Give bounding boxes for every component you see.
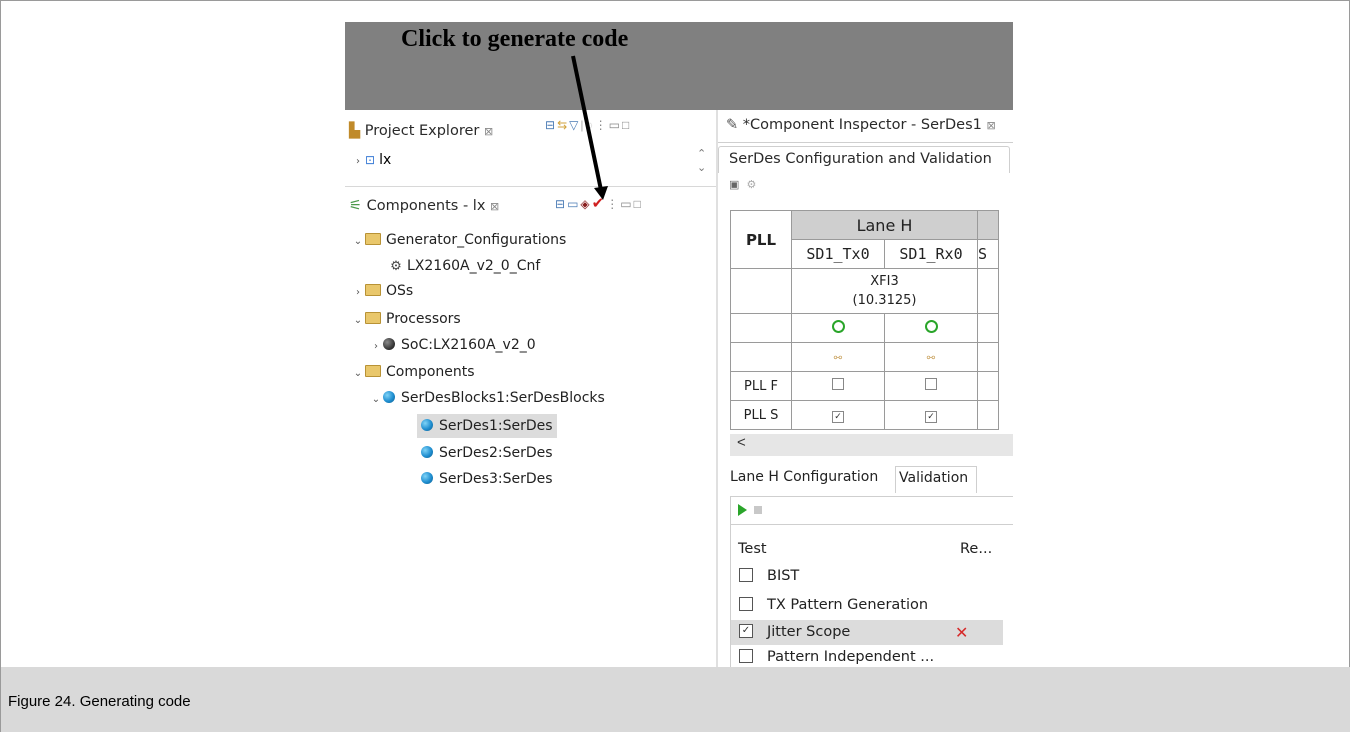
folder-icon xyxy=(365,365,381,377)
checkbox-icon xyxy=(925,378,937,390)
serdes-lane-table: PLL Lane H SD1_Tx0 SD1_Rx0 S XFI3 (10.31… xyxy=(730,210,999,430)
tree-item-soc[interactable]: › SoC:LX2160A_v2_0 xyxy=(369,333,536,357)
tree-item-components[interactable]: ⌄ Components xyxy=(351,360,475,384)
inspector-toolbar: ▣ ⚙ xyxy=(729,178,758,191)
column-header: S xyxy=(977,239,999,269)
tab-label: SerDes Configuration and Validation xyxy=(729,151,992,167)
link-icon: ⚯ xyxy=(926,352,936,364)
column-header: SD1_Tx0 xyxy=(791,239,885,269)
pll-header: PLL xyxy=(730,210,792,269)
checkbox-checked-icon[interactable]: ✓ xyxy=(739,624,753,638)
chevron-down-icon[interactable]: ⌄ xyxy=(351,362,365,386)
component-icon xyxy=(383,391,395,403)
tab-validation[interactable]: Validation xyxy=(895,466,977,493)
tree-item-serdes1[interactable]: SerDes1:SerDes xyxy=(417,414,557,438)
annotation-arrow xyxy=(571,55,608,200)
component-inspector-tab[interactable]: ✎ *Component Inspector - SerDes1 ⊠ xyxy=(718,114,1013,143)
lane-link-cell[interactable]: ⚯ xyxy=(884,342,978,372)
checkbox-icon[interactable] xyxy=(739,649,753,663)
settings-icon[interactable]: ⚙ xyxy=(746,179,758,191)
validation-test-row[interactable]: ✓ Jitter Scope ✕ xyxy=(731,620,1003,645)
figure-caption: Figure 24. Generating code xyxy=(8,693,191,710)
scroll-left-icon[interactable]: < xyxy=(737,434,746,451)
validation-toolbar xyxy=(730,498,1013,525)
run-icon[interactable] xyxy=(738,504,747,516)
lane-power-cell[interactable] xyxy=(884,313,978,343)
column-header: SD1_Rx0 xyxy=(884,239,978,269)
pll-f-tx-checkbox[interactable] xyxy=(791,371,885,401)
fail-icon: ✕ xyxy=(955,623,969,642)
chevron-down-icon[interactable]: ⌄ xyxy=(369,388,383,412)
horizontal-scrollbar[interactable] xyxy=(730,434,1013,456)
checkbox-icon[interactable] xyxy=(739,597,753,611)
pll-s-tx-checkbox[interactable]: ✓ xyxy=(791,400,885,430)
lane-header: Lane H xyxy=(791,210,978,240)
tree-item-serdes2[interactable]: SerDes2:SerDes xyxy=(417,441,553,465)
tree-item-lx2160a-cnf[interactable]: ⚙ LX2160A_v2_0_Cnf xyxy=(389,254,540,278)
pll-row-label: PLL F xyxy=(730,371,792,401)
validation-test-row[interactable]: Pattern Independent ... xyxy=(731,645,1013,667)
pane-splitter[interactable] xyxy=(716,110,718,667)
lane-header-next xyxy=(977,210,999,240)
inspector-icon: ✎ xyxy=(726,117,739,133)
stop-icon[interactable] xyxy=(754,506,762,514)
power-icon xyxy=(831,319,845,333)
component-icon xyxy=(421,419,433,431)
chevron-right-icon[interactable]: › xyxy=(369,335,383,359)
tree-item-serdes3[interactable]: SerDes3:SerDes xyxy=(417,467,553,491)
column-header-result: Re... xyxy=(960,541,993,557)
pll-f-rx-checkbox[interactable] xyxy=(884,371,978,401)
protocol-cell[interactable]: XFI3 (10.3125) xyxy=(791,268,978,314)
gear-icon: ⚙ xyxy=(390,259,402,274)
tree-item-processors[interactable]: ⌄ Processors xyxy=(351,307,461,331)
validation-test-row[interactable]: TX Pattern Generation xyxy=(731,593,1013,618)
lane-power-cell[interactable] xyxy=(791,313,885,343)
pll-row-label: PLL S xyxy=(730,400,792,430)
tree-item-serdesblocks1[interactable]: ⌄ SerDesBlocks1:SerDesBlocks xyxy=(369,386,605,410)
close-icon[interactable]: ⊠ xyxy=(986,119,995,132)
tree-item-oss[interactable]: › OSs xyxy=(351,279,413,303)
validation-header-row: Test Re... xyxy=(731,537,1013,562)
tab-lane-h-configuration[interactable]: Lane H Configuration xyxy=(730,469,878,485)
chevron-down-icon[interactable]: ⌄ xyxy=(351,309,365,333)
figure-caption-bar xyxy=(1,667,1350,732)
lane-link-cell[interactable]: ⚯ xyxy=(791,342,885,372)
table-view-icon[interactable]: ▣ xyxy=(729,179,741,191)
checkbox-icon[interactable] xyxy=(739,568,753,582)
checkbox-icon xyxy=(832,378,844,390)
chevron-down-icon[interactable]: ⌄ xyxy=(351,230,365,254)
link-icon: ⚯ xyxy=(833,352,843,364)
tree-item-generator-configurations[interactable]: ⌄ Generator_Configurations xyxy=(351,228,567,254)
chevron-right-icon[interactable]: › xyxy=(351,281,365,305)
column-header-test: Test xyxy=(738,541,767,557)
checkbox-checked-icon: ✓ xyxy=(925,410,937,423)
component-icon xyxy=(421,446,433,458)
pll-s-rx-checkbox[interactable]: ✓ xyxy=(884,400,978,430)
folder-icon xyxy=(365,284,381,296)
tab-serdes-configuration[interactable]: SerDes Configuration and Validation xyxy=(718,146,1010,173)
component-icon xyxy=(421,472,433,484)
folder-icon xyxy=(365,233,381,245)
power-icon xyxy=(924,319,938,333)
chip-icon xyxy=(383,338,395,350)
checkbox-checked-icon: ✓ xyxy=(832,410,844,423)
folder-icon xyxy=(365,312,381,324)
validation-test-row[interactable]: BIST xyxy=(731,564,1013,589)
inspector-title: *Component Inspector - SerDes1 xyxy=(742,117,982,133)
ide-screenshot: Click to generate code ▙ Project Explore… xyxy=(345,22,1013,667)
